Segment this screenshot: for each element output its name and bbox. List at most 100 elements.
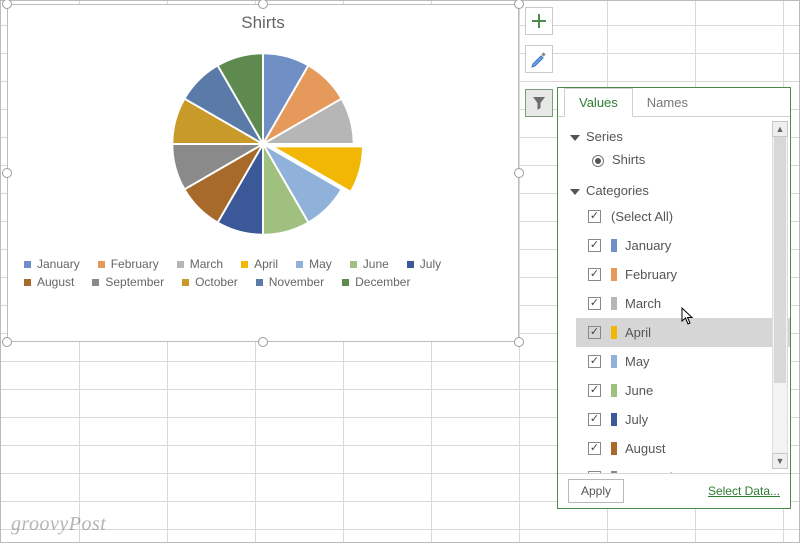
legend-swatch [177, 261, 184, 268]
category-item-march[interactable]: March [576, 289, 790, 318]
scroll-track[interactable] [772, 137, 788, 453]
legend-label: September [105, 275, 164, 289]
category-item-label: April [625, 325, 651, 340]
select-data-link[interactable]: Select Data... [708, 484, 780, 498]
resize-handle-tm[interactable] [258, 0, 268, 9]
legend-label: March [190, 257, 223, 271]
category-item-january[interactable]: January [576, 231, 790, 260]
legend-swatch [256, 279, 263, 286]
category-swatch [611, 471, 617, 473]
series-option-shirts[interactable]: Shirts [562, 148, 790, 177]
group-series[interactable]: Series [562, 123, 790, 148]
legend-label: June [363, 257, 389, 271]
category-item-label: March [625, 296, 661, 311]
legend-label: February [111, 257, 159, 271]
category-item-september[interactable]: September [576, 463, 790, 473]
legend-item-september: September [92, 275, 164, 289]
category-swatch [611, 384, 617, 397]
legend-label: January [37, 257, 80, 271]
category-item-label: June [625, 383, 653, 398]
tab-names[interactable]: Names [633, 89, 702, 116]
legend-swatch [342, 279, 349, 286]
legend-item-december: December [342, 275, 410, 289]
category-item-february[interactable]: February [576, 260, 790, 289]
category-item-april[interactable]: April [576, 318, 790, 347]
legend-label: October [195, 275, 238, 289]
legend-swatch [92, 279, 99, 286]
chart-filter-button[interactable] [525, 89, 553, 117]
category-swatch [611, 355, 617, 368]
collapse-icon [570, 189, 580, 195]
resize-handle-bl[interactable] [2, 337, 12, 347]
legend-label: May [309, 257, 332, 271]
category-item-july[interactable]: July [576, 405, 790, 434]
category-item-label: February [625, 267, 677, 282]
resize-handle-bm[interactable] [258, 337, 268, 347]
collapse-icon [570, 135, 580, 141]
checkbox-icon[interactable] [588, 239, 601, 252]
legend-item-november: November [256, 275, 324, 289]
filter-body: Series Shirts Categories (Select All) Ja… [558, 117, 790, 473]
category-item-label: January [625, 238, 671, 253]
checkbox-icon[interactable] [588, 355, 601, 368]
chart-legend: January February March April May June July Augu… [24, 257, 502, 289]
category-item-june[interactable]: June [576, 376, 790, 405]
apply-button[interactable]: Apply [568, 479, 624, 503]
series-option-label: Shirts [612, 152, 645, 167]
legend-item-february: February [98, 257, 159, 271]
resize-handle-tl[interactable] [2, 0, 12, 9]
chart-styles-button[interactable] [525, 45, 553, 73]
resize-handle-mr[interactable] [514, 168, 524, 178]
category-item-label: July [625, 412, 648, 427]
category-item-label: September [625, 470, 689, 473]
scroll-down-button[interactable]: ▼ [772, 453, 788, 469]
pie-chart[interactable] [8, 39, 518, 249]
legend-item-october: October [182, 275, 238, 289]
legend-item-july: July [407, 257, 441, 271]
checkbox-icon[interactable] [588, 210, 601, 223]
legend-label: August [37, 275, 74, 289]
chart-container[interactable]: Shirts JanuaryFebruaryMarchAprilMayJuneJ… [7, 4, 519, 342]
legend-swatch [24, 261, 31, 268]
category-swatch [611, 268, 617, 281]
category-item-select-all[interactable]: (Select All) [576, 202, 790, 231]
category-item-label: (Select All) [611, 209, 673, 224]
legend-item-may: May [296, 257, 332, 271]
category-swatch [611, 413, 617, 426]
chart-elements-button[interactable] [525, 7, 553, 35]
radio-icon [592, 155, 604, 167]
legend-item-june: June [350, 257, 389, 271]
resize-handle-br[interactable] [514, 337, 524, 347]
checkbox-icon[interactable] [588, 471, 601, 473]
checkbox-icon[interactable] [588, 442, 601, 455]
checkbox-icon[interactable] [588, 384, 601, 397]
filter-tabs: Values Names [558, 88, 790, 117]
legend-swatch [350, 261, 357, 268]
legend-swatch [241, 261, 248, 268]
filter-footer: Apply Select Data... [558, 473, 790, 508]
scroll-thumb[interactable] [774, 137, 786, 383]
scroll-up-button[interactable]: ▲ [772, 121, 788, 137]
legend-item-march: March [177, 257, 223, 271]
category-swatch [611, 442, 617, 455]
checkbox-icon[interactable] [588, 326, 601, 339]
category-item-label: May [625, 354, 650, 369]
legend-item-april: April [241, 257, 278, 271]
legend-item-august: August [24, 275, 74, 289]
chart-filter-panel: Values Names Series Shirts Categories (S… [557, 87, 791, 509]
category-item-may[interactable]: May [576, 347, 790, 376]
tab-values[interactable]: Values [564, 88, 633, 117]
category-swatch [611, 326, 617, 339]
category-item-label: August [625, 441, 665, 456]
group-categories[interactable]: Categories [562, 177, 790, 202]
category-item-august[interactable]: August [576, 434, 790, 463]
resize-handle-ml[interactable] [2, 168, 12, 178]
scrollbar[interactable]: ▲ ▼ [772, 121, 788, 469]
checkbox-icon[interactable] [588, 413, 601, 426]
group-categories-label: Categories [586, 183, 649, 198]
category-swatch [611, 239, 617, 252]
checkbox-icon[interactable] [588, 297, 601, 310]
checkbox-icon[interactable] [588, 268, 601, 281]
category-swatch [611, 297, 617, 310]
legend-swatch [98, 261, 105, 268]
